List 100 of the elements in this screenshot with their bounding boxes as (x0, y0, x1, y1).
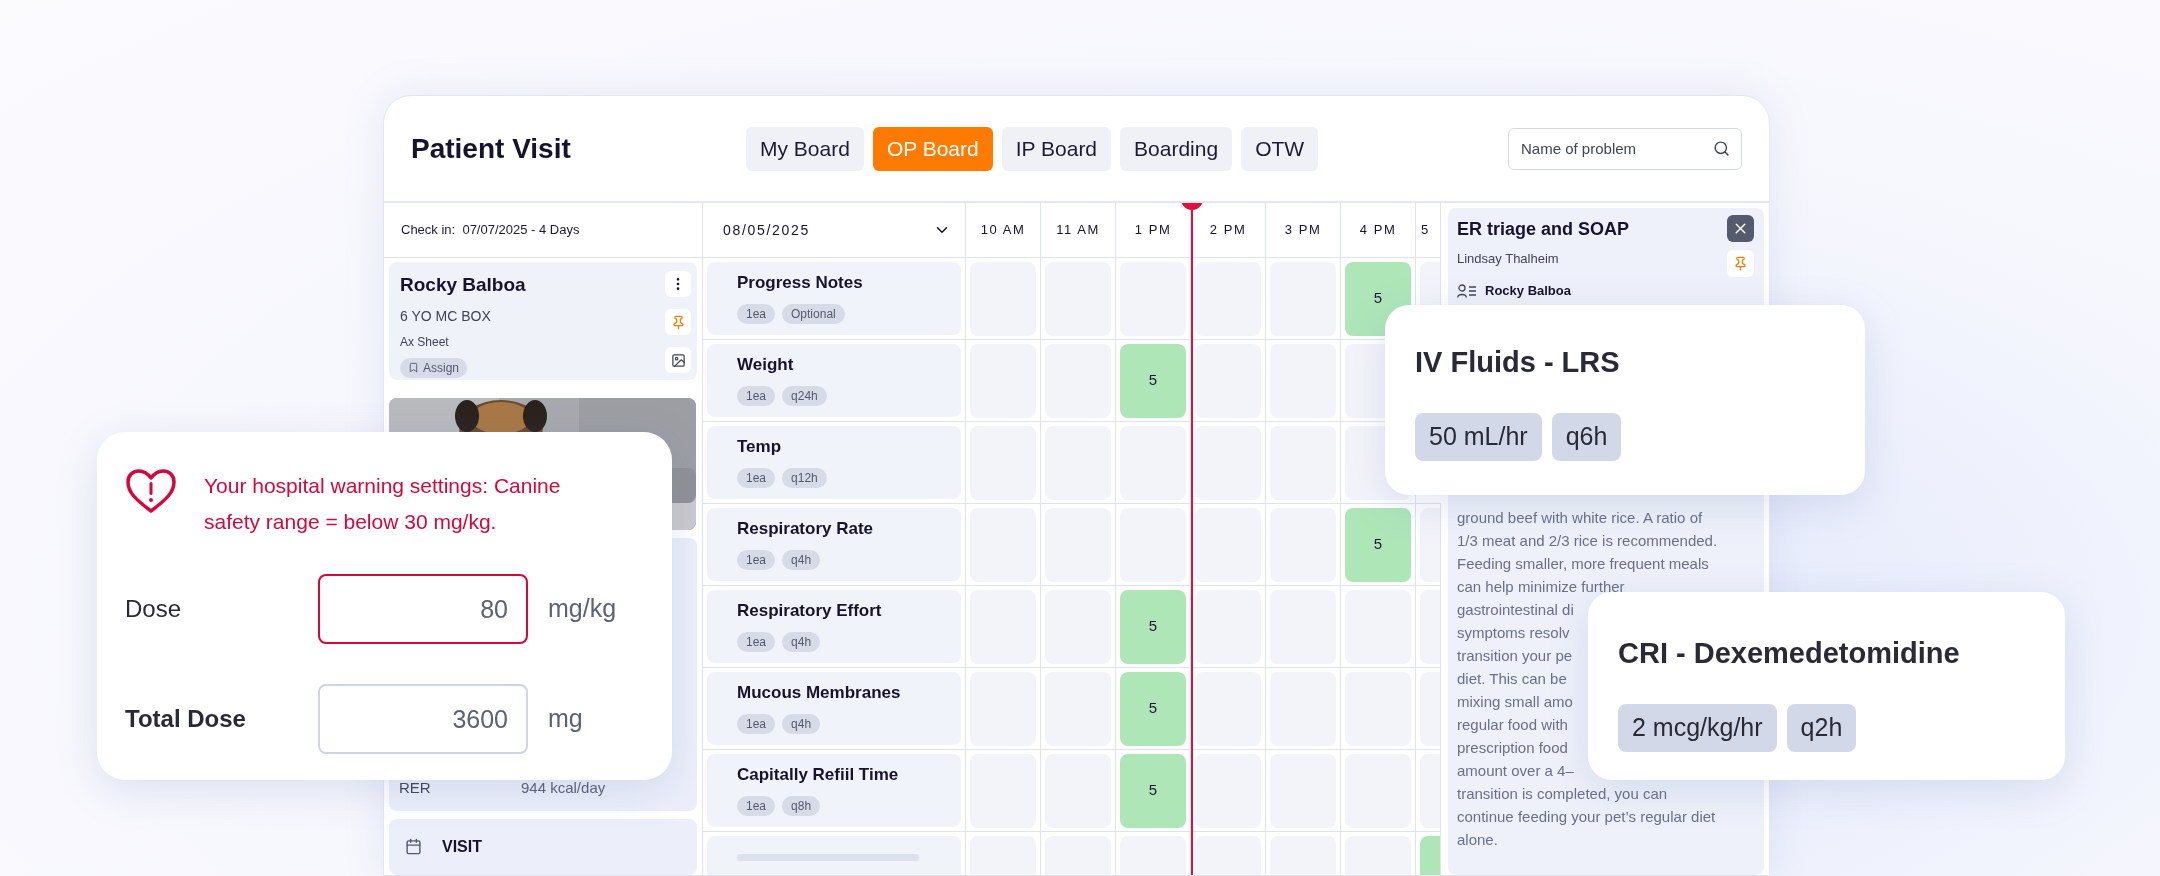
date-picker[interactable]: 08/05/2025 (703, 203, 966, 257)
note-line: regular food with (1457, 714, 1568, 735)
treatment-tag: 1ea (737, 631, 776, 652)
note-line: 1/3 meat and 2/3 rice is recommended. (1457, 530, 1718, 551)
treatment-name: Progress Notes (737, 272, 864, 294)
warning-text: Your hospital warning settings: Canine safety range = below 30 mg/kg. (204, 473, 562, 535)
note-line: diet. This can be (1457, 668, 1567, 689)
completed-slot[interactable]: 5 (1120, 343, 1186, 418)
completed-slot[interactable]: 5 (1120, 671, 1186, 746)
treatment-card[interactable]: Progress Notes 1ea Optional (707, 262, 961, 335)
image-icon (670, 352, 686, 368)
sheet-label: Ax Sheet (400, 333, 449, 351)
treatment-tag: q12h (782, 467, 827, 488)
treatment-card[interactable]: Respiratory Effort 1ea q4h (707, 590, 961, 663)
order-tag: 50 mL/hr (1415, 412, 1542, 461)
tab[interactable]: My Board (746, 126, 864, 171)
note-line: amount over a 4– (1457, 760, 1574, 781)
pin-button[interactable] (1727, 250, 1754, 277)
time-label: 5 (1421, 221, 1430, 240)
treatment-tag: Optional (782, 303, 845, 324)
page-title: Patient Visit (410, 131, 572, 166)
time-label: 4 PM (1359, 221, 1397, 240)
treatment-name: Respiratory Rate (737, 518, 875, 540)
treatment-name: Weight (737, 354, 795, 376)
note-line: can help minimize further (1457, 576, 1625, 597)
detail-label: RER (399, 778, 432, 799)
note-line: transition your pe (1457, 645, 1573, 666)
patient-name: Rocky Balboa (400, 273, 526, 297)
treatment-tag: 1ea (737, 303, 776, 324)
treatment-card[interactable]: Respiratory Rate 1ea q4h (707, 508, 961, 581)
nav-item[interactable]: VISIT (389, 818, 697, 875)
order-title: IV Fluids - LRS (1415, 345, 1621, 380)
unit-label: mg/kg (548, 593, 617, 625)
completed-slot[interactable]: 5 (1120, 589, 1186, 664)
dose-field[interactable]: 3600 (318, 684, 528, 754)
treatment-card[interactable]: Mucous Membranes 1ea q4h (707, 672, 961, 745)
treatment-name: Temp (737, 436, 783, 458)
time-label: 10 AM (980, 221, 1026, 240)
tab[interactable]: OTW (1241, 126, 1319, 171)
note-line: prescription food (1457, 737, 1568, 758)
pin-button[interactable] (665, 309, 691, 335)
treatment-tag: 1ea (737, 385, 776, 406)
treatment-tag: q4h (782, 549, 821, 570)
time-label: 3 PM (1284, 221, 1322, 240)
completed-slot[interactable]: 5 (1120, 753, 1186, 828)
treatment-tag: 1ea (737, 467, 776, 488)
treatment-tag: q8h (782, 795, 821, 816)
treatment-tag: q4h (782, 713, 821, 734)
note-author: Lindsay Thalheim (1457, 250, 1560, 268)
treatment-name: Mucous Membranes (737, 682, 902, 704)
calendar-icon (405, 838, 422, 856)
completed-slot[interactable]: 5 (1345, 507, 1411, 582)
time-label: 11 AM (1056, 221, 1100, 240)
order-tag: q2h (1786, 703, 1857, 752)
treatment-tag: q24h (782, 385, 827, 406)
treatment-name: Capitally Refiil Time (737, 764, 900, 786)
detail-value: 944 kcal/day (521, 778, 606, 799)
heart-warning-icon (125, 468, 177, 514)
note-line: alone. (1457, 829, 1498, 850)
patient-signalment: 6 YO MC BOX (400, 306, 491, 326)
search-field[interactable]: Name of problem (1508, 127, 1742, 170)
note-line: gastrointestinal di (1457, 599, 1574, 620)
order-title: CRI - Dexemedetomidine (1618, 636, 1961, 671)
nav-label: VISIT (442, 836, 482, 857)
photo-button[interactable] (665, 347, 691, 373)
search-icon (1713, 139, 1730, 157)
pin-icon (1733, 256, 1748, 271)
treatment-name: Respiratory Effort (737, 600, 883, 622)
treatment-tag: 1ea (737, 549, 776, 570)
check-in-text: Check in: 07/07/2025 - 4 Days (401, 221, 580, 240)
time-label: 2 PM (1209, 221, 1247, 240)
time-label: 1 PM (1134, 221, 1172, 240)
assign-button[interactable]: Assign (400, 357, 468, 378)
order-tag: 2 mcg/kg/hr (1618, 703, 1777, 752)
order-tag: q6h (1551, 412, 1622, 461)
note-title: ER triage and SOAP (1457, 218, 1630, 241)
note-line: Feeding smaller, more frequent meals (1457, 553, 1709, 574)
patient-list-icon (1457, 283, 1477, 298)
unit-label: mg (548, 703, 583, 735)
note-line: transition is completed, you can (1457, 783, 1668, 804)
note-line: ground beef with white rice. A ratio of (1457, 507, 1703, 528)
treatment-tag: 1ea (737, 713, 776, 734)
note-line: mixing small amo (1457, 691, 1573, 712)
bookmark-icon (408, 362, 419, 373)
treatment-card[interactable]: Temp 1ea q12h (707, 426, 961, 499)
field-label: Total Dose (125, 704, 247, 734)
treatment-tag: 1ea (737, 795, 776, 816)
more-button[interactable] (665, 271, 691, 297)
treatment-card[interactable]: Capitally Refiil Time 1ea q8h (707, 754, 961, 827)
treatment-card[interactable]: Weight 1ea q24h (707, 344, 961, 417)
note-line: symptoms resolv (1457, 622, 1570, 643)
tab[interactable]: Boarding (1120, 126, 1233, 171)
note-patient: Rocky Balboa (1485, 282, 1571, 300)
dose-field[interactable]: 80 (318, 574, 528, 644)
note-line: continue feeding your pet’s regular diet (1457, 806, 1716, 827)
close-button[interactable] (1727, 215, 1754, 242)
tab[interactable]: IP Board (1001, 126, 1112, 171)
pin-icon (670, 314, 686, 330)
treatment-tag: q4h (782, 631, 821, 652)
field-label: Dose (125, 594, 183, 624)
